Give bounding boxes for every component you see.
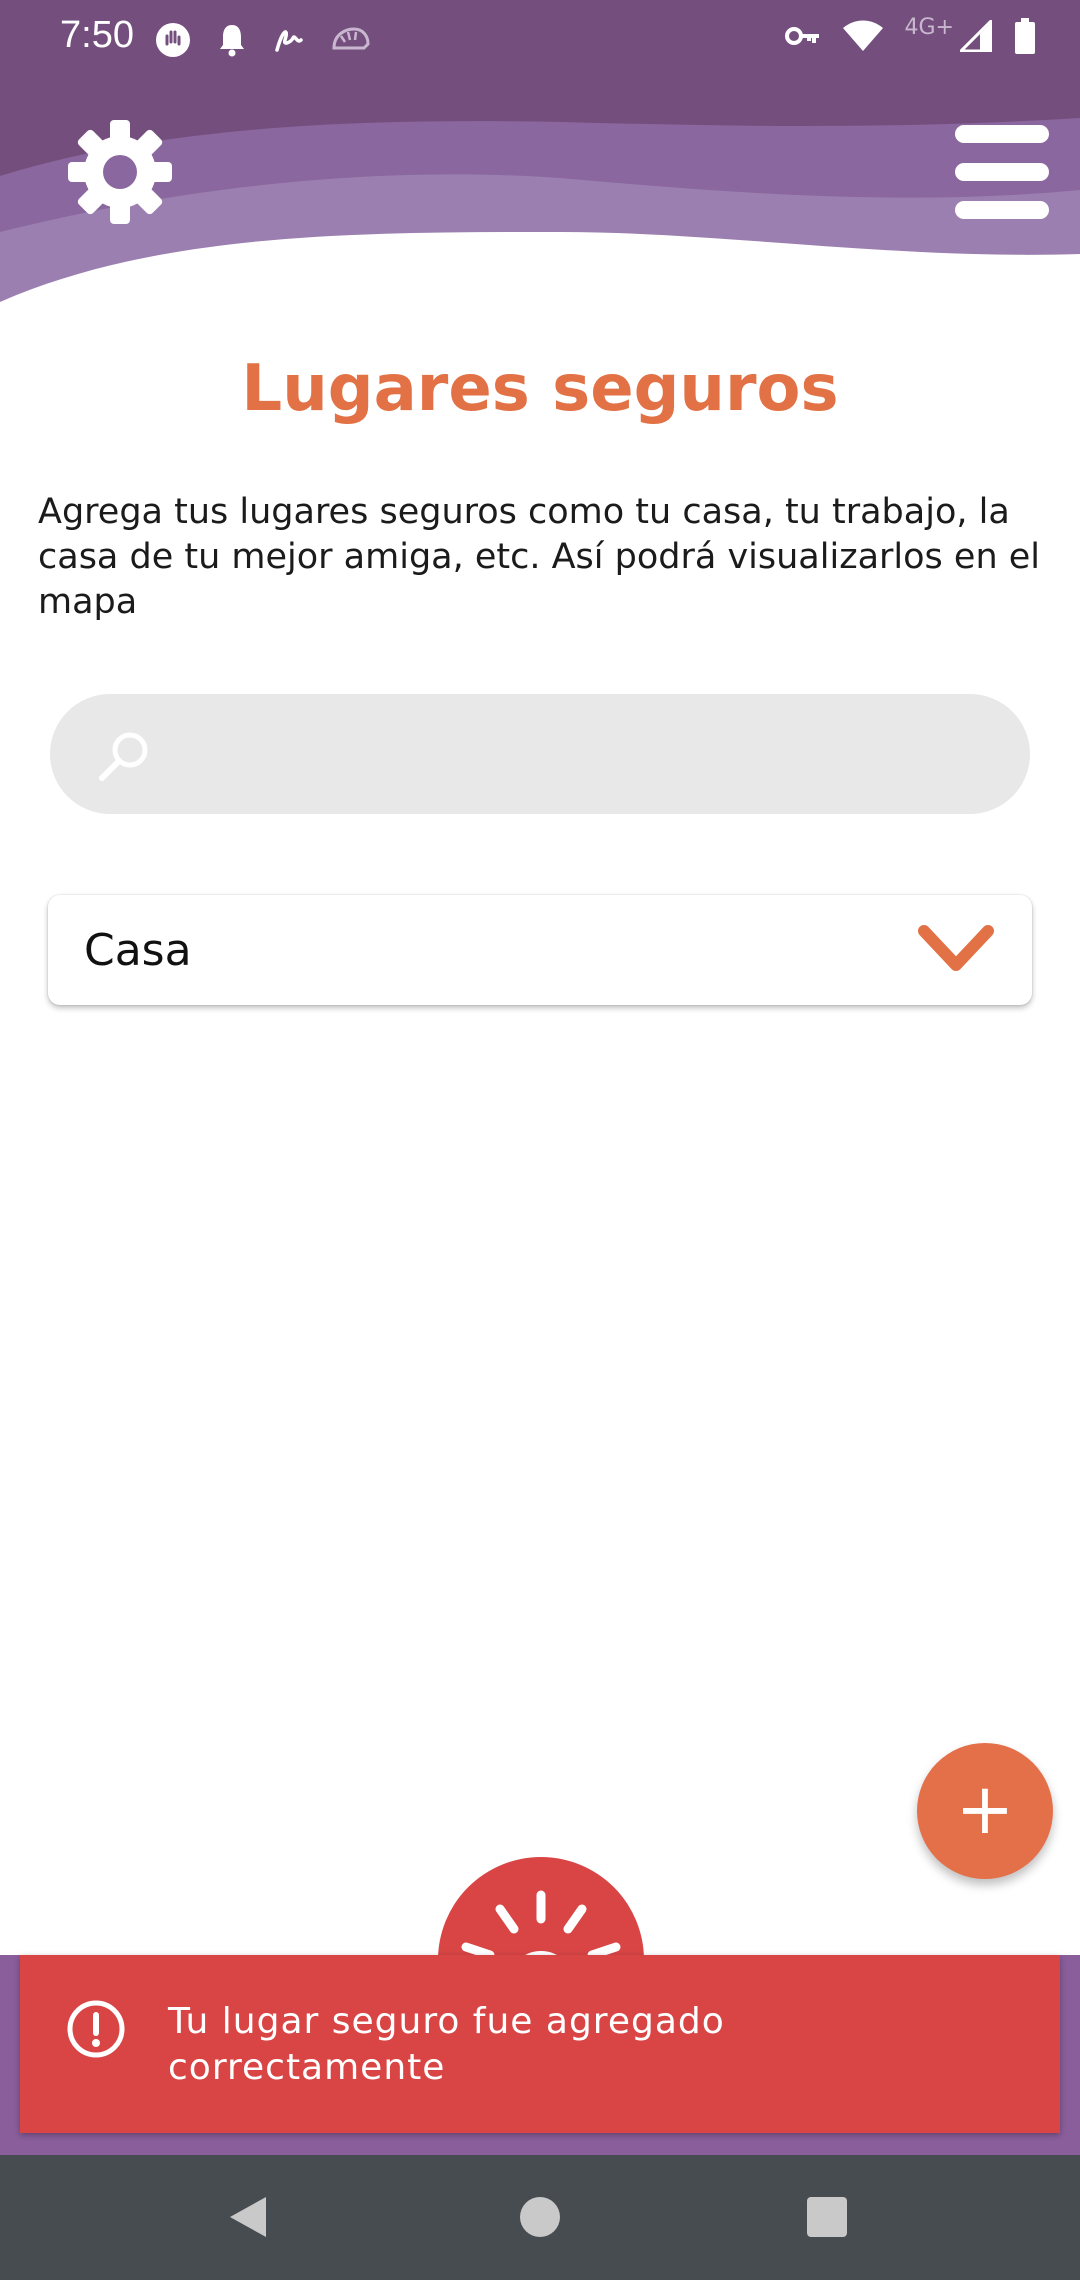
recent-apps-icon[interactable] [807,2197,847,2237]
signal-icon [960,20,992,52]
search-icon [99,732,148,781]
bell-icon [220,25,244,57]
hamburger-menu-icon [955,125,1049,219]
network-type-label: 4G+ [904,14,954,40]
key-icon [784,27,819,45]
status-bar: 7:50 4G+ [0,0,1080,82]
battery-icon [1015,18,1035,54]
place-type-dropdown[interactable]: Casa [48,895,1032,1005]
plus-icon: + [955,1768,1015,1850]
hedgehog-icon [332,27,370,50]
back-icon[interactable] [228,2195,268,2239]
gear-icon [68,120,172,224]
page-description: Agrega tus lugares seguros como tu casa,… [38,492,1041,622]
snackbar: Tu lugar seguro fue agregado correctamen… [20,1955,1060,2133]
dropdown-selected-value: Casa [84,925,192,976]
settings-button[interactable] [66,118,174,226]
navigation-bar [0,2155,1080,2280]
home-icon[interactable] [520,2197,560,2237]
search-bar[interactable] [50,694,1030,816]
menu-button[interactable] [955,125,1049,221]
chevron-down-icon [918,925,994,971]
wifi-icon [842,20,883,51]
hand-icon [156,23,190,57]
status-time: 7:50 [60,14,134,56]
signature-icon [275,30,303,52]
snackbar-message: Tu lugar seguro fue agregado correctamen… [168,2001,725,2088]
alert-circle-icon [67,2000,125,2058]
add-place-button[interactable]: + [917,1743,1053,1879]
search-input[interactable] [170,694,1004,816]
page-title: Lugares seguros [241,352,839,426]
